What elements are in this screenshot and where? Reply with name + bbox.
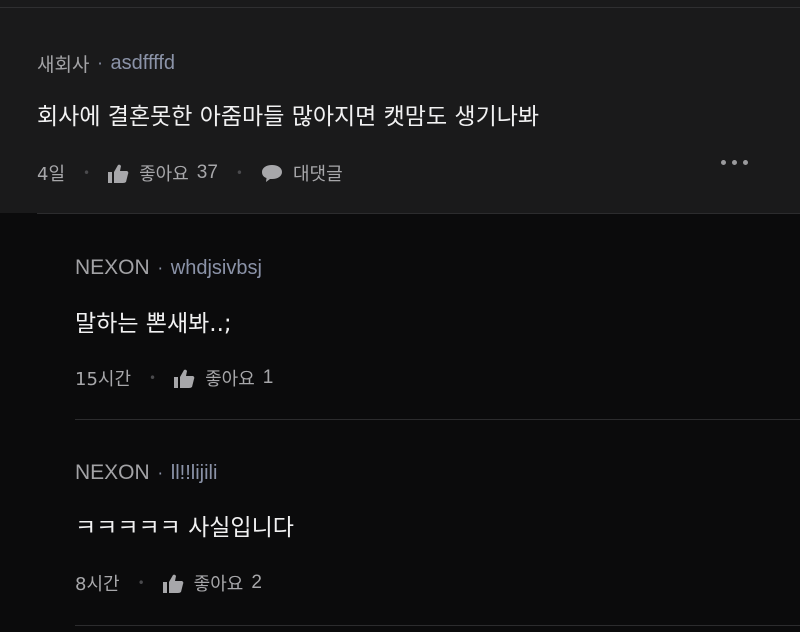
action-separator: •: [137, 576, 145, 590]
comment-meta: 새회사 · asdffffd: [37, 50, 175, 77]
meta-separator: ·: [97, 54, 103, 73]
like-count: 1: [262, 367, 274, 388]
reply-divider: [75, 625, 800, 626]
comment-time: 4일: [37, 164, 66, 185]
like-button[interactable]: 좋아요 1: [174, 365, 273, 391]
more-dot: [743, 160, 748, 165]
nickname[interactable]: 새회사: [37, 50, 89, 77]
meta-separator: ·: [157, 463, 163, 483]
reply-time: 8시간: [75, 574, 120, 595]
user-id: asdffffd: [110, 52, 176, 74]
reply-meta: NEXON · whdjsivbsj: [75, 256, 262, 280]
comment-actions: 4일 • 좋아요 37 • 대댓글: [37, 160, 343, 186]
action-separator: •: [149, 371, 157, 385]
more-dot: [721, 160, 726, 165]
like-label: 좋아요: [205, 369, 255, 390]
like-button[interactable]: 좋아요 2: [162, 570, 262, 596]
reply-text: ㅋㅋㅋㅋㅋ 사실입니다: [75, 515, 294, 541]
like-count: 37: [196, 162, 218, 183]
thumbs-up-icon: [162, 574, 183, 593]
meta-separator: ·: [157, 258, 163, 278]
like-count: 2: [251, 572, 262, 593]
speech-bubble-icon: [262, 164, 282, 182]
more-dots-icon[interactable]: [721, 160, 748, 165]
reply-text: 말하는 뽄새봐..;: [75, 311, 232, 337]
more-dot: [732, 160, 737, 165]
nickname[interactable]: NEXON: [75, 256, 150, 280]
user-id: ll!!lijili: [170, 461, 218, 484]
like-button[interactable]: 좋아요 37: [108, 160, 218, 186]
reply-actions: 8시간 • 좋아요 2: [75, 570, 262, 596]
comment-divider: [37, 213, 800, 214]
top-divider: [0, 7, 800, 8]
reply-divider: [75, 419, 800, 420]
thumbs-up-icon: [108, 164, 129, 183]
comment-text: 회사에 결혼못한 아줌마들 많아지면 캣맘도 생기나봐: [37, 104, 540, 130]
nickname[interactable]: NEXON: [75, 461, 150, 485]
action-separator: •: [83, 166, 91, 180]
like-label: 좋아요: [139, 164, 189, 185]
reply-meta: NEXON · ll!!lijili: [75, 461, 217, 485]
user-id: whdjsivbsj: [170, 256, 262, 279]
reply-button[interactable]: 대댓글: [261, 160, 343, 186]
comment-top: 새회사 · asdffffd 회사에 결혼못한 아줌마들 많아지면 캣맘도 생기…: [0, 0, 800, 213]
action-separator: •: [235, 166, 243, 180]
reply-label: 대댓글: [293, 164, 343, 185]
reply-time: 15시간: [75, 369, 132, 390]
thumbs-up-icon: [174, 369, 195, 388]
like-label: 좋아요: [193, 574, 244, 595]
reply-actions: 15시간 • 좋아요 1: [75, 365, 273, 391]
